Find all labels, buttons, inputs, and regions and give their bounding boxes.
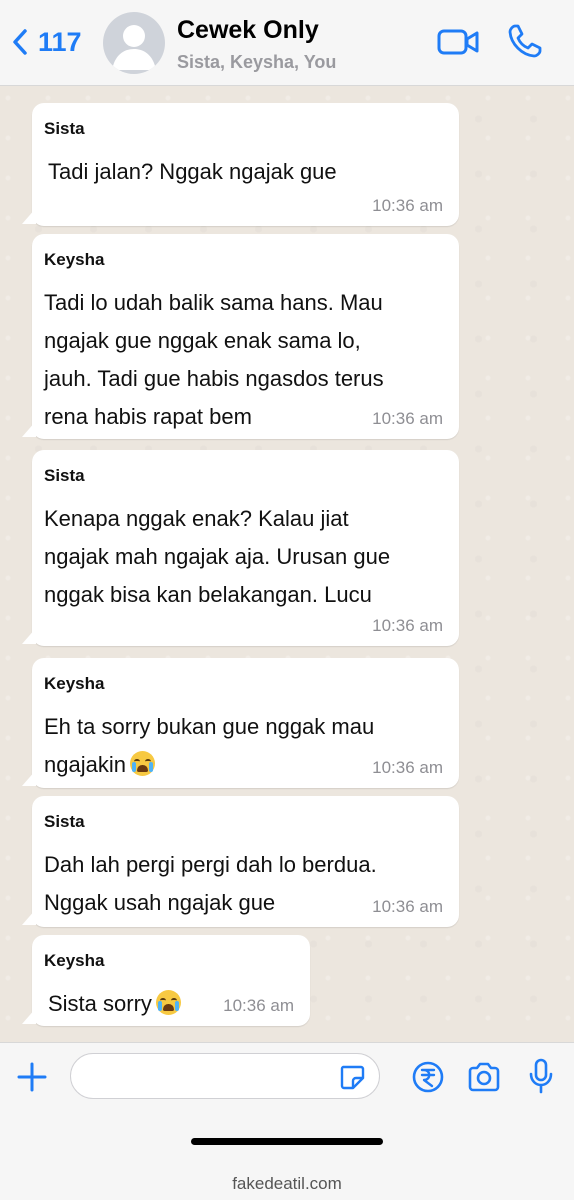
message-bubble[interactable]: Keysha Tadi lo udah balik sama hans. Mau… (22, 234, 459, 439)
camera-button[interactable] (467, 1062, 501, 1097)
message-bubble[interactable]: Sista Tadi jalan? Nggak ngajak gue 10:36… (22, 103, 459, 226)
loudly-crying-face-icon (155, 990, 181, 1015)
message-text-content: Sista sorry (48, 991, 152, 1016)
message-text: Sista sorry (48, 985, 181, 1023)
group-avatar[interactable] (103, 12, 165, 74)
chevron-left-icon (13, 29, 27, 55)
sticker-button[interactable] (339, 1064, 365, 1095)
home-indicator[interactable] (191, 1138, 383, 1145)
chat-title[interactable]: Cewek Only (177, 16, 319, 45)
message-input-bar: fakedeatil.com (0, 1042, 574, 1200)
voice-note-button[interactable] (528, 1058, 554, 1099)
camera-icon (468, 1062, 500, 1092)
chat-participants[interactable]: Sista, Keysha, You (177, 52, 336, 73)
message-time: 10:36 am (223, 996, 294, 1015)
payment-button[interactable] (412, 1061, 444, 1098)
message-text: Tadi jalan? Nggak ngajak gue (48, 159, 337, 184)
video-camera-icon (437, 29, 479, 55)
chat-header: 117 Cewek Only Sista, Keysha, You (0, 0, 574, 86)
message-time: 10:36 am (372, 196, 443, 215)
message-sender: Keysha (44, 951, 105, 970)
message-list[interactable]: Sista Tadi jalan? Nggak ngajak gue 10:36… (0, 86, 574, 1042)
message-sender: Sista (44, 812, 85, 831)
message-sender: Keysha (44, 674, 105, 693)
message-bubble[interactable]: Keysha Sista sorry 10:36 am (22, 935, 310, 1026)
watermark: fakedeatil.com (232, 1174, 342, 1193)
message-text: Kenapa nggak enak? Kalau jiat ngajak mah… (44, 506, 391, 607)
message-text: Tadi lo udah balik sama hans. Mau ngajak… (44, 290, 384, 429)
voice-call-button[interactable] (506, 22, 544, 65)
message-time: 10:36 am (372, 616, 443, 635)
unread-count: 117 (38, 26, 82, 57)
message-sender: Sista (44, 466, 85, 485)
plus-icon (17, 1062, 47, 1092)
video-call-button[interactable] (437, 27, 479, 62)
message-bubble[interactable]: Sista Kenapa nggak enak? Kalau jiat ngaj… (22, 450, 459, 646)
message-time: 10:36 am (372, 758, 443, 777)
message-bubble[interactable]: Keysha Eh ta sorry bukan gue nggak mau n… (22, 658, 459, 788)
message-text: Dah lah pergi pergi dah lo berdua. Nggak… (44, 852, 377, 915)
phone-icon (508, 24, 542, 58)
rupee-icon (412, 1061, 444, 1093)
message-bubble[interactable]: Sista Dah lah pergi pergi dah lo berdua.… (22, 796, 459, 927)
message-sender: Sista (44, 119, 85, 138)
message-input[interactable] (70, 1053, 380, 1099)
message-text-content: Eh ta sorry bukan gue nggak mau ngajakin (44, 714, 375, 777)
message-text: Eh ta sorry bukan gue nggak mau ngajakin (44, 708, 374, 784)
loudly-crying-face-icon (129, 751, 155, 776)
microphone-icon (529, 1058, 553, 1094)
message-sender: Keysha (44, 250, 105, 269)
message-time: 10:36 am (372, 897, 443, 916)
attach-button[interactable] (16, 1061, 48, 1098)
message-time: 10:36 am (372, 409, 443, 428)
back-button[interactable]: 117 (12, 22, 82, 62)
sticker-icon (340, 1065, 365, 1090)
